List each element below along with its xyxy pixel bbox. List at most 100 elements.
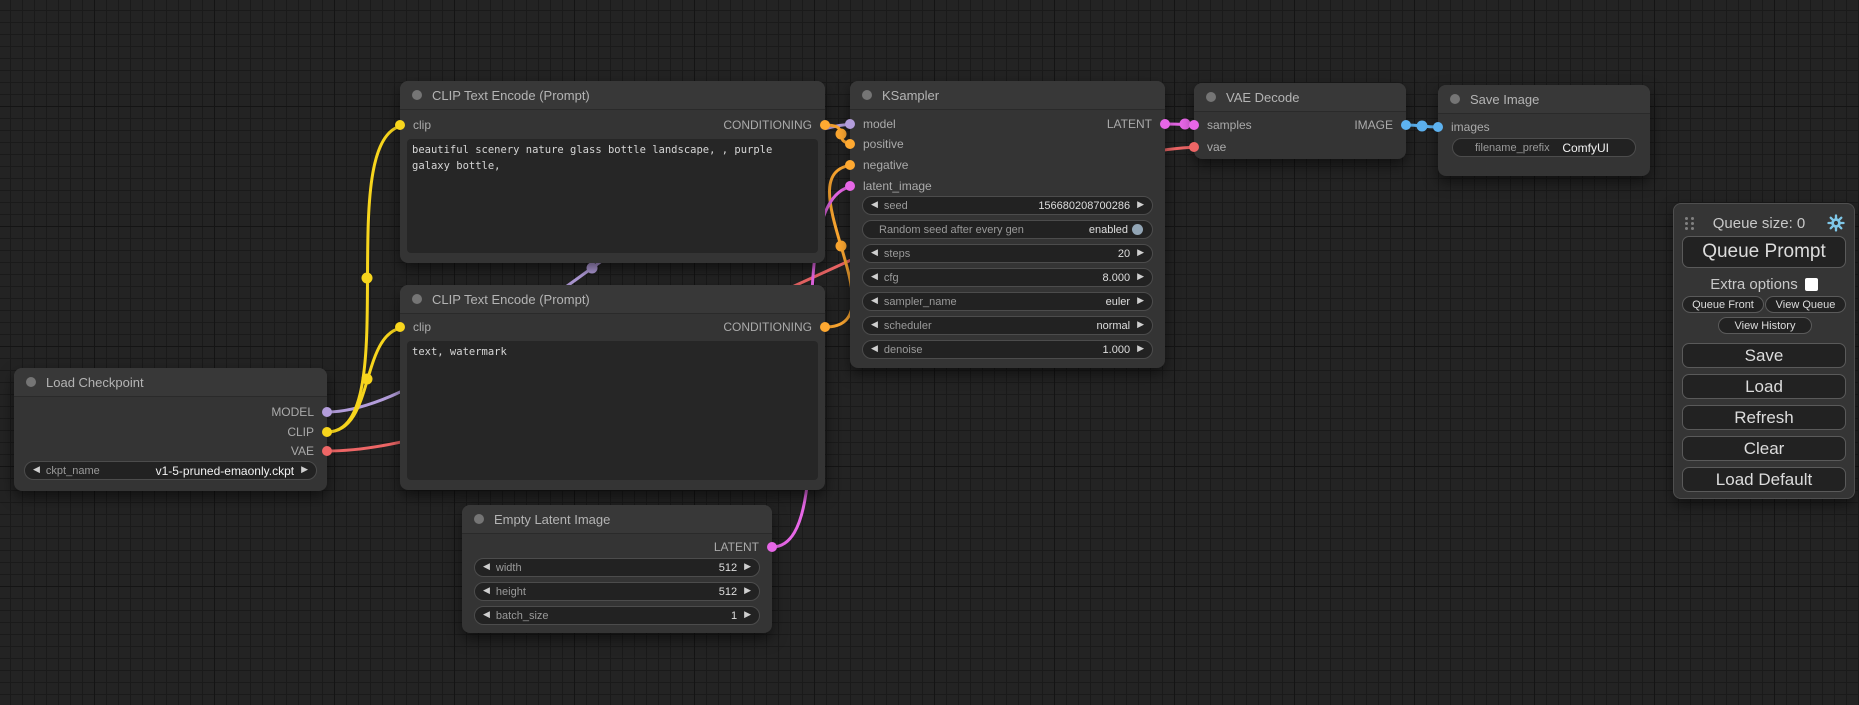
next-arrow-icon[interactable]: ▶ bbox=[1137, 297, 1144, 306]
node-title-bar[interactable]: Save Image bbox=[1438, 85, 1650, 114]
drag-handle-icon[interactable] bbox=[1685, 216, 1695, 230]
input-slot-images: images bbox=[1438, 119, 1650, 135]
sampler-name-widget[interactable]: ◀ sampler_name euler ▶ bbox=[862, 292, 1153, 311]
extra-options-label: Extra options bbox=[1710, 276, 1798, 293]
node-title-bar[interactable]: Load Checkpoint bbox=[14, 368, 327, 397]
decrement-icon[interactable]: ◀ bbox=[483, 587, 490, 596]
node-title-bar[interactable]: CLIP Text Encode (Prompt) bbox=[400, 81, 825, 110]
clear-button[interactable]: Clear bbox=[1682, 436, 1846, 461]
widget-label: scheduler bbox=[884, 320, 932, 332]
output-dot-conditioning[interactable] bbox=[820, 120, 830, 130]
batch-size-widget[interactable]: ◀ batch_size 1 ▶ bbox=[474, 606, 760, 625]
collapse-dot-icon[interactable] bbox=[412, 294, 422, 304]
output-dot-latent[interactable] bbox=[1160, 119, 1170, 129]
widget-value: enabled bbox=[1089, 224, 1128, 236]
output-slot-clip: CLIP bbox=[14, 424, 327, 440]
output-dot-conditioning[interactable] bbox=[820, 322, 830, 332]
refresh-button[interactable]: Refresh bbox=[1682, 405, 1846, 430]
increment-icon[interactable]: ▶ bbox=[1137, 201, 1144, 210]
collapse-dot-icon[interactable] bbox=[862, 90, 872, 100]
queue-prompt-button[interactable]: Queue Prompt bbox=[1682, 236, 1846, 268]
input-dot-images[interactable] bbox=[1433, 122, 1443, 132]
node-title: CLIP Text Encode (Prompt) bbox=[432, 88, 590, 103]
seed-widget[interactable]: ◀ seed 156680208700286 ▶ bbox=[862, 196, 1153, 215]
input-dot-negative[interactable] bbox=[845, 160, 855, 170]
decrement-icon[interactable]: ◀ bbox=[871, 345, 878, 354]
collapse-dot-icon[interactable] bbox=[26, 377, 36, 387]
queue-front-button[interactable]: Queue Front bbox=[1682, 296, 1764, 313]
save-button[interactable]: Save bbox=[1682, 343, 1846, 368]
load-default-button[interactable]: Load Default bbox=[1682, 467, 1846, 492]
load-button[interactable]: Load bbox=[1682, 374, 1846, 399]
prev-arrow-icon[interactable]: ◀ bbox=[33, 466, 40, 475]
node-graph-canvas[interactable]: Load Checkpoint MODEL CLIP VAE ◀ ckpt_na… bbox=[0, 0, 1859, 705]
output-dot-latent[interactable] bbox=[767, 542, 777, 552]
prev-arrow-icon[interactable]: ◀ bbox=[871, 297, 878, 306]
negative-prompt-textarea[interactable]: text, watermark bbox=[407, 341, 818, 480]
filename-prefix-widget[interactable]: filename_prefix ComfyUI bbox=[1452, 138, 1636, 157]
input-slot-positive: positive bbox=[850, 136, 1165, 152]
output-dot-vae[interactable] bbox=[322, 446, 332, 456]
wire-clip-to-positive bbox=[327, 125, 408, 432]
settings-gear-icon[interactable] bbox=[1827, 214, 1845, 232]
view-history-button[interactable]: View History bbox=[1718, 317, 1812, 334]
node-title-bar[interactable]: Empty Latent Image bbox=[462, 505, 772, 534]
decrement-icon[interactable]: ◀ bbox=[871, 201, 878, 210]
increment-icon[interactable]: ▶ bbox=[744, 563, 751, 572]
increment-icon[interactable]: ▶ bbox=[744, 611, 751, 620]
node-title: Empty Latent Image bbox=[494, 512, 610, 527]
collapse-dot-icon[interactable] bbox=[474, 514, 484, 524]
node-clip-text-encode-negative: CLIP Text Encode (Prompt) clip CONDITION… bbox=[400, 285, 825, 490]
next-arrow-icon[interactable]: ▶ bbox=[301, 466, 308, 475]
node-empty-latent-image: Empty Latent Image LATENT ◀ width 512 ▶ … bbox=[462, 505, 772, 633]
decrement-icon[interactable]: ◀ bbox=[871, 273, 878, 282]
node-title-bar[interactable]: KSampler bbox=[850, 81, 1165, 110]
extra-options-checkbox[interactable] bbox=[1805, 278, 1818, 291]
prev-arrow-icon[interactable]: ◀ bbox=[871, 321, 878, 330]
increment-icon[interactable]: ▶ bbox=[1137, 345, 1144, 354]
link-midpoint-dot bbox=[836, 129, 847, 140]
output-label: LATENT bbox=[714, 540, 759, 554]
enabled-toggle-icon[interactable] bbox=[1132, 224, 1143, 235]
widget-value: 1 bbox=[731, 610, 737, 622]
input-dot-positive[interactable] bbox=[845, 139, 855, 149]
output-slot-model: MODEL bbox=[14, 404, 327, 420]
output-label: IMAGE bbox=[1354, 118, 1393, 132]
output-dot-image[interactable] bbox=[1401, 120, 1411, 130]
scheduler-widget[interactable]: ◀ scheduler normal ▶ bbox=[862, 316, 1153, 335]
width-widget[interactable]: ◀ width 512 ▶ bbox=[474, 558, 760, 577]
decrement-icon[interactable]: ◀ bbox=[483, 563, 490, 572]
wire-clip-to-negative bbox=[327, 327, 408, 432]
output-slot-image: IMAGE bbox=[1194, 117, 1406, 133]
cfg-widget[interactable]: ◀ cfg 8.000 ▶ bbox=[862, 268, 1153, 287]
input-label: vae bbox=[1207, 140, 1226, 154]
collapse-dot-icon[interactable] bbox=[412, 90, 422, 100]
widget-label: filename_prefix bbox=[1475, 142, 1550, 154]
view-queue-button[interactable]: View Queue bbox=[1765, 296, 1846, 313]
decrement-icon[interactable]: ◀ bbox=[483, 611, 490, 620]
random-seed-toggle-widget[interactable]: Random seed after every gen enabled bbox=[862, 220, 1153, 239]
steps-widget[interactable]: ◀ steps 20 ▶ bbox=[862, 244, 1153, 263]
input-slot-vae: vae bbox=[1194, 139, 1406, 155]
decrement-icon[interactable]: ◀ bbox=[871, 249, 878, 258]
widget-value: euler bbox=[1106, 296, 1130, 308]
input-dot-vae[interactable] bbox=[1189, 142, 1199, 152]
node-title-bar[interactable]: CLIP Text Encode (Prompt) bbox=[400, 285, 825, 314]
increment-icon[interactable]: ▶ bbox=[744, 587, 751, 596]
widget-label: sampler_name bbox=[884, 296, 957, 308]
collapse-dot-icon[interactable] bbox=[1206, 92, 1216, 102]
input-dot-latent-image[interactable] bbox=[845, 181, 855, 191]
positive-prompt-textarea[interactable]: beautiful scenery nature glass bottle la… bbox=[407, 139, 818, 253]
next-arrow-icon[interactable]: ▶ bbox=[1137, 321, 1144, 330]
node-title-bar[interactable]: VAE Decode bbox=[1194, 83, 1406, 112]
ckpt-name-selector[interactable]: ◀ ckpt_name v1-5-pruned-emaonly.ckpt ▶ bbox=[24, 461, 317, 480]
increment-icon[interactable]: ▶ bbox=[1137, 249, 1144, 258]
output-dot-model[interactable] bbox=[322, 407, 332, 417]
height-widget[interactable]: ◀ height 512 ▶ bbox=[474, 582, 760, 601]
collapse-dot-icon[interactable] bbox=[1450, 94, 1460, 104]
node-save-image: Save Image images filename_prefix ComfyU… bbox=[1438, 85, 1650, 176]
increment-icon[interactable]: ▶ bbox=[1137, 273, 1144, 282]
queue-size-label: Queue size: 0 bbox=[1695, 215, 1823, 232]
denoise-widget[interactable]: ◀ denoise 1.000 ▶ bbox=[862, 340, 1153, 359]
output-dot-clip[interactable] bbox=[322, 427, 332, 437]
